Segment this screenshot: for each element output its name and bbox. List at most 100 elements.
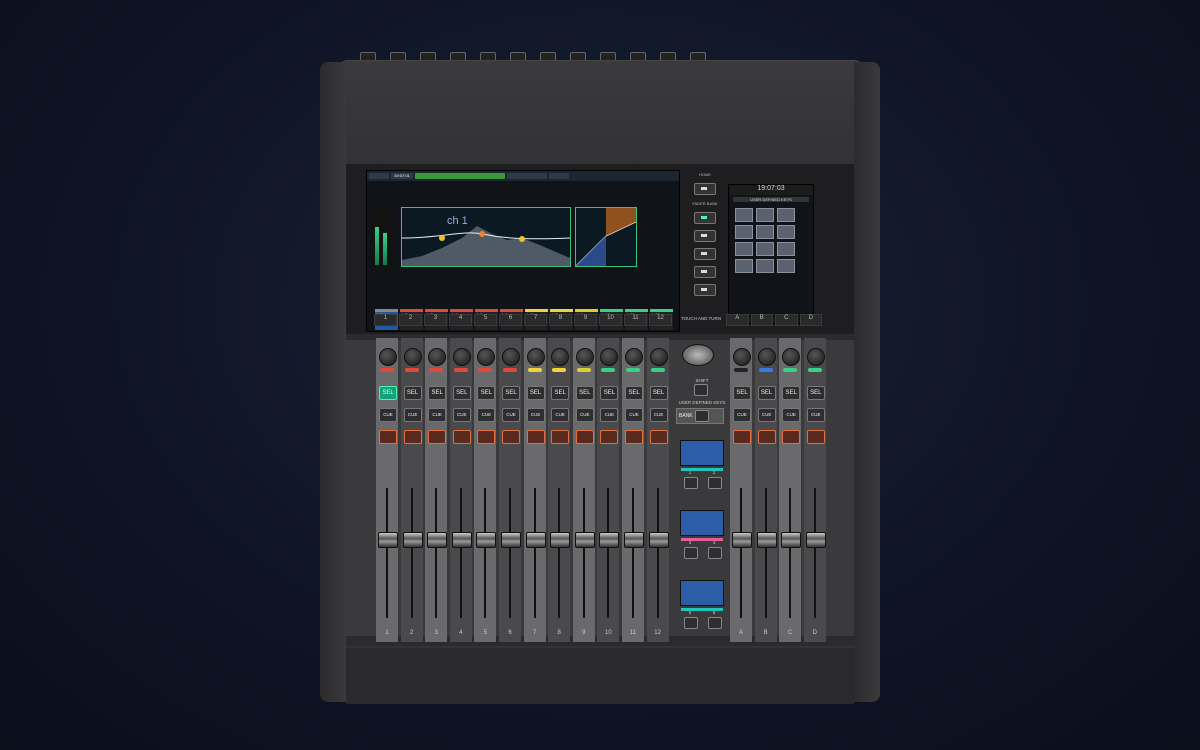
eq-graph[interactable] bbox=[401, 207, 571, 267]
udk-key[interactable] bbox=[735, 208, 753, 222]
fader-knob[interactable] bbox=[732, 532, 752, 549]
fader-bank-button-2[interactable] bbox=[694, 230, 716, 242]
udk-key[interactable] bbox=[756, 208, 774, 222]
mute-button[interactable] bbox=[757, 430, 776, 444]
rotary-knob[interactable] bbox=[649, 348, 668, 366]
udk-key[interactable] bbox=[735, 225, 753, 239]
fader-knob[interactable] bbox=[550, 532, 571, 549]
mute-button[interactable] bbox=[452, 430, 471, 444]
touch-and-turn-knob[interactable] bbox=[682, 344, 714, 366]
mute-button[interactable] bbox=[782, 430, 801, 444]
rotary-knob[interactable] bbox=[757, 348, 776, 366]
udk-key[interactable] bbox=[777, 242, 795, 256]
udk-button-5[interactable] bbox=[684, 617, 698, 629]
fader-knob[interactable] bbox=[756, 532, 777, 549]
sel-button[interactable]: SEL bbox=[452, 386, 471, 400]
sel-button[interactable]: SEL bbox=[757, 386, 776, 400]
rotary-knob[interactable] bbox=[379, 348, 397, 366]
fader-knob[interactable] bbox=[525, 532, 546, 549]
rotary-knob[interactable] bbox=[403, 348, 422, 366]
fader-bank-button-3[interactable] bbox=[694, 248, 716, 260]
fader-knob[interactable] bbox=[599, 532, 620, 549]
cue-button[interactable]: CUE bbox=[757, 408, 776, 422]
udk-key[interactable] bbox=[756, 259, 774, 273]
mute-button[interactable] bbox=[477, 430, 496, 444]
bank-button[interactable] bbox=[695, 410, 709, 422]
sel-button[interactable]: SEL bbox=[379, 386, 397, 400]
fader-bank-button-1[interactable] bbox=[694, 212, 716, 224]
cue-button[interactable]: CUE bbox=[403, 408, 422, 422]
cue-button[interactable]: CUE bbox=[551, 408, 570, 422]
udk-key[interactable] bbox=[777, 259, 795, 273]
udk-key[interactable] bbox=[756, 225, 774, 239]
sel-button[interactable]: SEL bbox=[477, 386, 496, 400]
rotary-knob[interactable] bbox=[502, 348, 520, 366]
mute-button[interactable] bbox=[428, 430, 447, 444]
fader-bank-button-5[interactable] bbox=[694, 284, 716, 296]
mute-button[interactable] bbox=[733, 430, 751, 444]
cue-button[interactable]: CUE bbox=[502, 408, 520, 422]
sel-button[interactable]: SEL bbox=[782, 386, 801, 400]
fader-knob[interactable] bbox=[476, 532, 497, 549]
mute-button[interactable] bbox=[649, 430, 668, 444]
udk-key[interactable] bbox=[756, 242, 774, 256]
fader-knob[interactable] bbox=[781, 532, 802, 549]
udk-key[interactable] bbox=[735, 259, 753, 273]
udk-button-2[interactable] bbox=[708, 477, 722, 489]
sel-button[interactable]: SEL bbox=[649, 386, 668, 400]
home-button[interactable] bbox=[694, 183, 716, 195]
udk-key[interactable] bbox=[777, 225, 795, 239]
mute-button[interactable] bbox=[379, 430, 397, 444]
cue-button[interactable]: CUE bbox=[526, 408, 545, 422]
shift-button[interactable] bbox=[694, 384, 708, 396]
fader-knob[interactable] bbox=[805, 532, 826, 549]
udk-button-1[interactable] bbox=[684, 477, 698, 489]
fader-bank-button-4[interactable] bbox=[694, 266, 716, 278]
cue-button[interactable]: CUE bbox=[806, 408, 825, 422]
fader-knob[interactable] bbox=[427, 532, 448, 549]
cue-button[interactable]: CUE bbox=[782, 408, 801, 422]
mute-button[interactable] bbox=[806, 430, 825, 444]
cue-button[interactable]: CUE bbox=[452, 408, 471, 422]
sel-button[interactable]: SEL bbox=[502, 386, 520, 400]
udk-key[interactable] bbox=[735, 242, 753, 256]
sel-button[interactable]: SEL bbox=[806, 386, 825, 400]
cue-button[interactable]: CUE bbox=[649, 408, 668, 422]
cue-button[interactable]: CUE bbox=[477, 408, 496, 422]
rotary-knob[interactable] bbox=[806, 348, 825, 366]
cue-button[interactable]: CUE bbox=[600, 408, 619, 422]
fader-knob[interactable] bbox=[378, 532, 398, 549]
fader-knob[interactable] bbox=[574, 532, 595, 549]
cue-button[interactable]: CUE bbox=[428, 408, 447, 422]
rotary-knob[interactable] bbox=[733, 348, 751, 366]
sel-button[interactable]: SEL bbox=[733, 386, 751, 400]
secondary-touchscreen[interactable]: 19:07:03 USER DEFINED KEYS bbox=[728, 184, 814, 324]
sel-button[interactable]: SEL bbox=[526, 386, 545, 400]
sel-button[interactable]: SEL bbox=[551, 386, 570, 400]
sel-button[interactable]: SEL bbox=[625, 386, 643, 400]
fader-knob[interactable] bbox=[648, 532, 669, 549]
mute-button[interactable] bbox=[625, 430, 643, 444]
mute-button[interactable] bbox=[551, 430, 570, 444]
fader-knob[interactable] bbox=[451, 532, 472, 549]
udk-button-3[interactable] bbox=[684, 547, 698, 559]
fader-knob[interactable] bbox=[501, 532, 521, 549]
mute-button[interactable] bbox=[600, 430, 619, 444]
rotary-knob[interactable] bbox=[452, 348, 471, 366]
mute-button[interactable] bbox=[502, 430, 520, 444]
udk-button-6[interactable] bbox=[708, 617, 722, 629]
sel-button[interactable]: SEL bbox=[428, 386, 447, 400]
rotary-knob[interactable] bbox=[575, 348, 594, 366]
dynamics-graph[interactable] bbox=[575, 207, 637, 267]
cue-button[interactable]: CUE bbox=[733, 408, 751, 422]
rotary-knob[interactable] bbox=[526, 348, 545, 366]
mute-button[interactable] bbox=[403, 430, 422, 444]
udk-button-4[interactable] bbox=[708, 547, 722, 559]
sel-button[interactable]: SEL bbox=[600, 386, 619, 400]
mute-button[interactable] bbox=[526, 430, 545, 444]
cue-button[interactable]: CUE bbox=[379, 408, 397, 422]
cue-button[interactable]: CUE bbox=[625, 408, 643, 422]
sel-button[interactable]: SEL bbox=[403, 386, 422, 400]
main-touchscreen[interactable]: 19:07:01 ch 1 ch 1 bbox=[366, 170, 680, 332]
fader-knob[interactable] bbox=[624, 532, 644, 549]
